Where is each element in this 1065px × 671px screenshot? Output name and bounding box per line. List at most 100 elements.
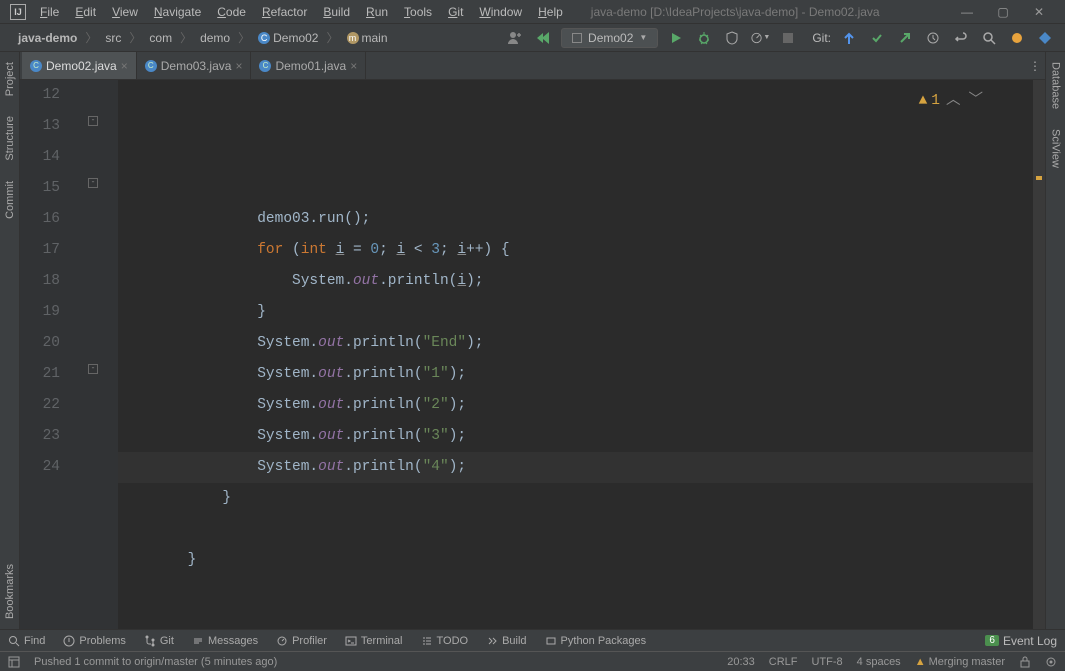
code-line[interactable]: System.out.println("2"); [118,390,1045,421]
fold-column[interactable]: - - - [68,80,118,629]
stop-button[interactable] [778,28,798,48]
breadcrumb-src[interactable]: src [97,31,129,45]
menu-build[interactable]: Build [315,3,358,21]
breadcrumb-demo[interactable]: demo [192,31,238,45]
menu-refactor[interactable]: Refactor [254,3,315,21]
editor[interactable]: 12131415161718192021222324 - - - ▲ 1 ︿ ﹀ d… [20,80,1045,629]
search-everywhere-icon[interactable] [979,28,999,48]
rail-commit[interactable]: Commit [2,171,18,229]
add-user-icon[interactable] [505,28,525,48]
tabs-more-icon[interactable]: ⋮ [1025,52,1045,79]
status-git-merge[interactable]: ▲Merging master [915,656,1005,668]
menu-file[interactable]: File [32,3,67,21]
editor-tab[interactable]: CDemo03.java× [137,52,252,79]
status-lock-icon[interactable] [1019,656,1031,668]
fold-toggle-icon[interactable]: - [88,116,98,126]
editor-scrollbar[interactable] [1033,80,1045,629]
prev-highlight-icon[interactable]: ︿ [944,86,963,117]
rail-structure[interactable]: Structure [2,106,18,171]
menu-run[interactable]: Run [358,3,396,21]
status-processes-icon[interactable] [1045,656,1057,668]
maximize-button[interactable]: ▢ [991,4,1015,20]
code-line[interactable]: for (int i = 0; i < 3; i++) { [118,235,1045,266]
tab-label: Demo03.java [161,59,232,73]
bottom-tab-find[interactable]: Find [8,635,45,647]
code-line[interactable]: System.out.println("4"); [118,452,1045,483]
ide-update-icon[interactable] [1007,28,1027,48]
git-label: Git: [812,31,831,45]
status-bar: Pushed 1 commit to origin/master (5 minu… [0,651,1065,671]
java-class-icon: C [259,60,271,72]
code-line[interactable] [118,514,1045,545]
rail-database[interactable]: Database [1048,52,1064,119]
rollback-icon[interactable] [951,28,971,48]
breadcrumb-project[interactable]: java-demo [10,31,85,45]
rail-project[interactable]: Project [2,52,18,106]
git-push-icon[interactable] [895,28,915,48]
git-commit-icon[interactable] [867,28,887,48]
code-line[interactable]: System.out.println("1"); [118,359,1045,390]
status-position[interactable]: 20:33 [727,656,755,668]
code-line[interactable]: demo03.run(); [118,204,1045,235]
code-line[interactable] [118,576,1045,607]
git-update-icon[interactable] [839,28,859,48]
settings-sync-icon[interactable] [1035,28,1055,48]
bottom-tab-messages[interactable]: Messages [192,635,258,647]
code-line[interactable]: System.out.println("3"); [118,421,1045,452]
status-encoding[interactable]: UTF-8 [811,656,842,668]
warn-icon [63,635,75,647]
history-icon[interactable] [923,28,943,48]
menu-code[interactable]: Code [209,3,254,21]
next-highlight-icon[interactable]: ﹀ [967,86,986,117]
status-indent[interactable]: 4 spaces [857,656,901,668]
status-line-separator[interactable]: CRLF [769,656,798,668]
bottom-tab-terminal[interactable]: Terminal [345,635,403,647]
event-log-button[interactable]: 6 Event Log [985,634,1057,648]
menu-view[interactable]: View [104,3,146,21]
code-area[interactable]: ▲ 1 ︿ ﹀ demo03.run(); for (int i = 0; i … [118,80,1045,629]
bottom-tab-profiler[interactable]: Profiler [276,635,327,647]
menu-navigate[interactable]: Navigate [146,3,209,21]
inspection-badge[interactable]: ▲ 1 ︿ ﹀ [919,86,985,117]
bottom-tab-todo[interactable]: TODO [421,635,469,647]
code-line[interactable]: } [118,483,1045,514]
git-icon [144,635,156,647]
close-tab-icon[interactable]: × [350,59,357,73]
breadcrumb-method[interactable]: mmain [339,31,396,45]
breadcrumb-com[interactable]: com [141,31,180,45]
minimize-button[interactable]: — [955,4,979,20]
breadcrumb-sep: 〉 [85,29,97,46]
status-tool-windows-icon[interactable] [8,656,20,668]
code-line[interactable]: System.out.println("End"); [118,328,1045,359]
gutter[interactable]: 12131415161718192021222324 [20,80,68,629]
breadcrumb-class[interactable]: CDemo02 [250,31,326,45]
bottom-tab-build[interactable]: Build [486,635,526,647]
bottom-tab-git[interactable]: Git [144,635,174,647]
event-log-label: Event Log [1003,634,1057,648]
editor-tab[interactable]: CDemo01.java× [251,52,366,79]
menu-git[interactable]: Git [440,3,471,21]
code-line[interactable]: } [118,297,1045,328]
menu-edit[interactable]: Edit [67,3,104,21]
menu-window[interactable]: Window [471,3,530,21]
fold-toggle-icon[interactable]: - [88,178,98,188]
code-line[interactable]: System.out.println(i); [118,266,1045,297]
close-tab-icon[interactable]: × [121,59,128,73]
close-tab-icon[interactable]: × [235,59,242,73]
editor-tab[interactable]: CDemo02.java× [22,52,137,79]
close-button[interactable]: ✕ [1027,4,1051,20]
run-config-selector[interactable]: Demo02 ▼ [561,28,658,48]
fold-toggle-icon[interactable]: - [88,364,98,374]
bottom-tab-problems[interactable]: Problems [63,635,125,647]
run-button[interactable] [666,28,686,48]
menu-help[interactable]: Help [530,3,571,21]
code-line[interactable]: } [118,545,1045,576]
bottom-tab-python-packages[interactable]: Python Packages [545,635,647,647]
rail-bookmarks[interactable]: Bookmarks [2,554,18,629]
profile-button[interactable]: ▼ [750,28,770,48]
debug-button[interactable] [694,28,714,48]
menu-tools[interactable]: Tools [396,3,440,21]
coverage-button[interactable] [722,28,742,48]
back-to-app-icon[interactable] [533,28,553,48]
config-icon [572,33,582,43]
